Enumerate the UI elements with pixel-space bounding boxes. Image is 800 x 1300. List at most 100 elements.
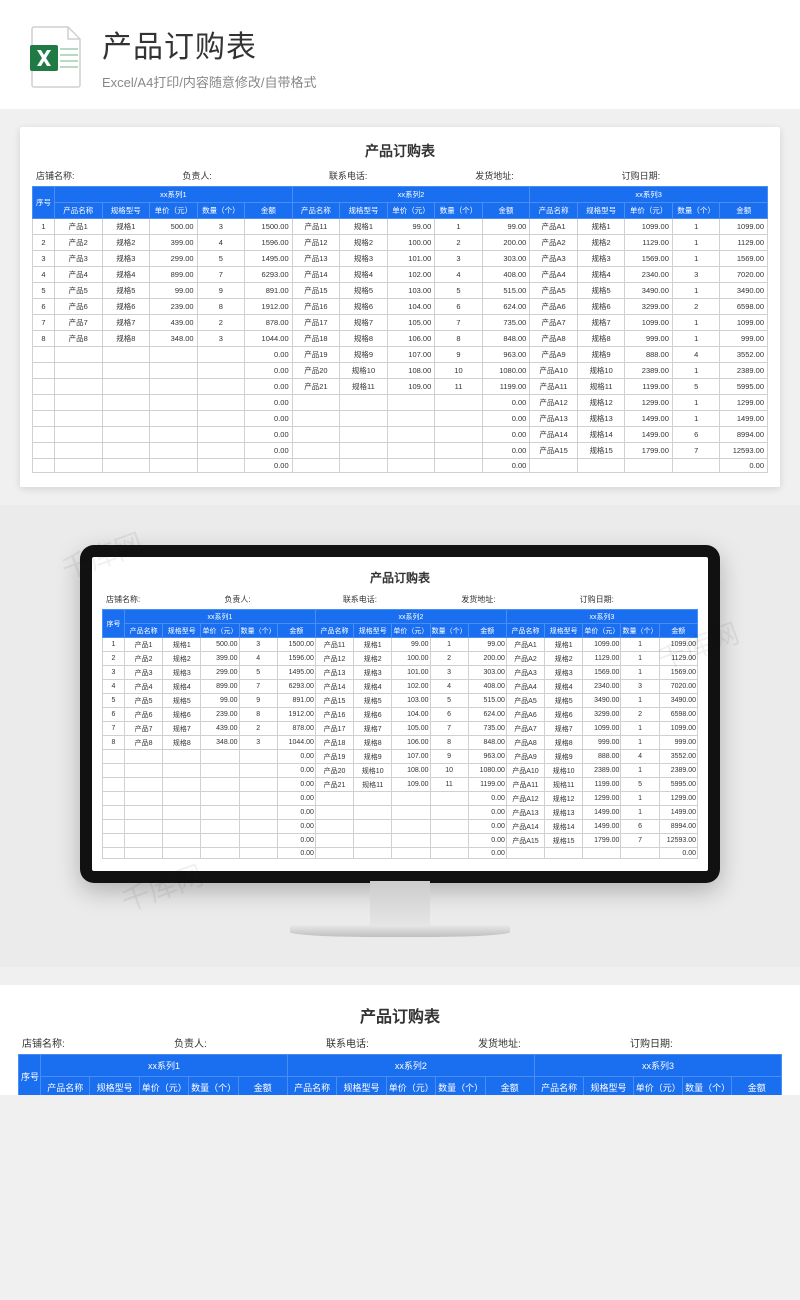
cell-spec[interactable]: 规格2 — [545, 652, 583, 666]
cell-amt[interactable]: 1912.00 — [245, 299, 293, 315]
cell-name[interactable] — [125, 764, 163, 778]
cell-price[interactable] — [387, 395, 435, 411]
cell-amt[interactable]: 99.00 — [482, 219, 530, 235]
cell-price[interactable]: 1129.00 — [583, 652, 621, 666]
cell-name[interactable]: 产品A8 — [530, 331, 578, 347]
cell-amt[interactable]: 8994.00 — [720, 427, 768, 443]
cell-spec[interactable]: 规格7 — [577, 315, 625, 331]
cell-seq[interactable]: 6 — [103, 708, 125, 722]
cell-amt[interactable]: 0.00 — [482, 443, 530, 459]
cell-price[interactable]: 888.00 — [583, 750, 621, 764]
cell-amt[interactable]: 12593.00 — [720, 443, 768, 459]
cell-name[interactable]: 产品2 — [55, 235, 103, 251]
cell-name[interactable]: 产品20 — [292, 363, 340, 379]
cell-qty[interactable]: 8 — [435, 331, 483, 347]
cell-price[interactable]: 2340.00 — [583, 680, 621, 694]
cell-amt[interactable]: 878.00 — [277, 722, 315, 736]
cell-qty[interactable]: 1 — [672, 395, 720, 411]
cell-name[interactable]: 产品5 — [125, 694, 163, 708]
cell-price[interactable]: 1199.00 — [625, 379, 673, 395]
cell-seq[interactable]: 7 — [103, 722, 125, 736]
cell-price[interactable]: 101.00 — [392, 666, 430, 680]
cell-amt[interactable]: 735.00 — [482, 315, 530, 331]
cell-price[interactable] — [201, 764, 239, 778]
cell-spec[interactable]: 规格10 — [354, 764, 392, 778]
cell-qty[interactable]: 2 — [621, 708, 659, 722]
cell-price[interactable] — [201, 750, 239, 764]
cell-price[interactable]: 106.00 — [387, 331, 435, 347]
cell-price[interactable]: 1499.00 — [625, 411, 673, 427]
cell-price[interactable] — [150, 427, 198, 443]
cell-amt[interactable]: 1299.00 — [659, 792, 697, 806]
cell-spec[interactable]: 规格12 — [545, 792, 583, 806]
cell-qty[interactable]: 1 — [621, 694, 659, 708]
cell-amt[interactable]: 1080.00 — [468, 764, 506, 778]
cell-price[interactable]: 3299.00 — [625, 299, 673, 315]
cell-qty[interactable]: 1 — [621, 736, 659, 750]
cell-qty[interactable] — [430, 848, 468, 859]
cell-name[interactable] — [55, 427, 103, 443]
cell-name[interactable] — [125, 792, 163, 806]
cell-amt[interactable]: 3490.00 — [659, 694, 697, 708]
cell-name[interactable]: 产品A4 — [506, 680, 544, 694]
cell-price[interactable]: 1199.00 — [583, 778, 621, 792]
cell-amt[interactable]: 0.00 — [277, 848, 315, 859]
cell-name[interactable]: 产品A15 — [506, 834, 544, 848]
cell-price[interactable]: 100.00 — [392, 652, 430, 666]
cell-price[interactable]: 2389.00 — [625, 363, 673, 379]
cell-amt[interactable]: 515.00 — [468, 694, 506, 708]
cell-qty[interactable]: 9 — [430, 750, 468, 764]
cell-amt[interactable]: 1499.00 — [659, 806, 697, 820]
cell-name[interactable]: 产品13 — [315, 666, 353, 680]
cell-qty[interactable]: 10 — [430, 764, 468, 778]
cell-spec[interactable] — [163, 778, 201, 792]
cell-amt[interactable]: 1495.00 — [277, 666, 315, 680]
cell-spec[interactable] — [163, 848, 201, 859]
cell-amt[interactable]: 0.00 — [468, 848, 506, 859]
cell-amt[interactable]: 0.00 — [482, 395, 530, 411]
cell-qty[interactable]: 2 — [430, 652, 468, 666]
cell-qty[interactable]: 1 — [621, 806, 659, 820]
cell-spec[interactable]: 规格3 — [354, 666, 392, 680]
cell-price[interactable]: 899.00 — [150, 267, 198, 283]
cell-spec[interactable]: 规格7 — [545, 722, 583, 736]
cell-seq[interactable]: 5 — [33, 283, 55, 299]
cell-spec[interactable]: 规格1 — [163, 638, 201, 652]
cell-amt[interactable]: 1569.00 — [720, 251, 768, 267]
cell-amt[interactable]: 0.00 — [245, 379, 293, 395]
cell-amt[interactable]: 1099.00 — [659, 638, 697, 652]
cell-price[interactable]: 1499.00 — [583, 820, 621, 834]
cell-seq[interactable] — [33, 379, 55, 395]
cell-name[interactable]: 产品A2 — [530, 235, 578, 251]
cell-seq[interactable]: 2 — [103, 652, 125, 666]
cell-amt[interactable]: 0.00 — [245, 395, 293, 411]
cell-amt[interactable]: 0.00 — [468, 806, 506, 820]
cell-name[interactable]: 产品21 — [292, 379, 340, 395]
cell-name[interactable] — [292, 411, 340, 427]
cell-spec[interactable]: 规格1 — [577, 219, 625, 235]
cell-price[interactable] — [583, 848, 621, 859]
cell-amt[interactable]: 515.00 — [482, 283, 530, 299]
cell-price[interactable]: 100.00 — [387, 235, 435, 251]
cell-price[interactable]: 999.00 — [583, 736, 621, 750]
cell-amt[interactable]: 999.00 — [659, 736, 697, 750]
cell-amt[interactable]: 0.00 — [482, 459, 530, 473]
cell-qty[interactable]: 1 — [435, 219, 483, 235]
cell-amt[interactable]: 0.00 — [468, 834, 506, 848]
cell-seq[interactable] — [33, 347, 55, 363]
cell-spec[interactable]: 规格8 — [545, 736, 583, 750]
cell-qty[interactable]: 8 — [239, 708, 277, 722]
cell-name[interactable]: 产品A11 — [530, 379, 578, 395]
cell-price[interactable]: 3490.00 — [583, 694, 621, 708]
cell-price[interactable]: 107.00 — [392, 750, 430, 764]
cell-name[interactable]: 产品4 — [125, 680, 163, 694]
cell-amt[interactable]: 6293.00 — [277, 680, 315, 694]
cell-qty[interactable]: 1 — [672, 315, 720, 331]
cell-qty[interactable]: 1 — [672, 235, 720, 251]
cell-name[interactable] — [125, 806, 163, 820]
cell-spec[interactable]: 规格3 — [340, 251, 388, 267]
cell-amt[interactable]: 0.00 — [277, 806, 315, 820]
cell-name[interactable]: 产品A6 — [506, 708, 544, 722]
cell-amt[interactable]: 0.00 — [482, 411, 530, 427]
cell-price[interactable]: 1799.00 — [625, 443, 673, 459]
